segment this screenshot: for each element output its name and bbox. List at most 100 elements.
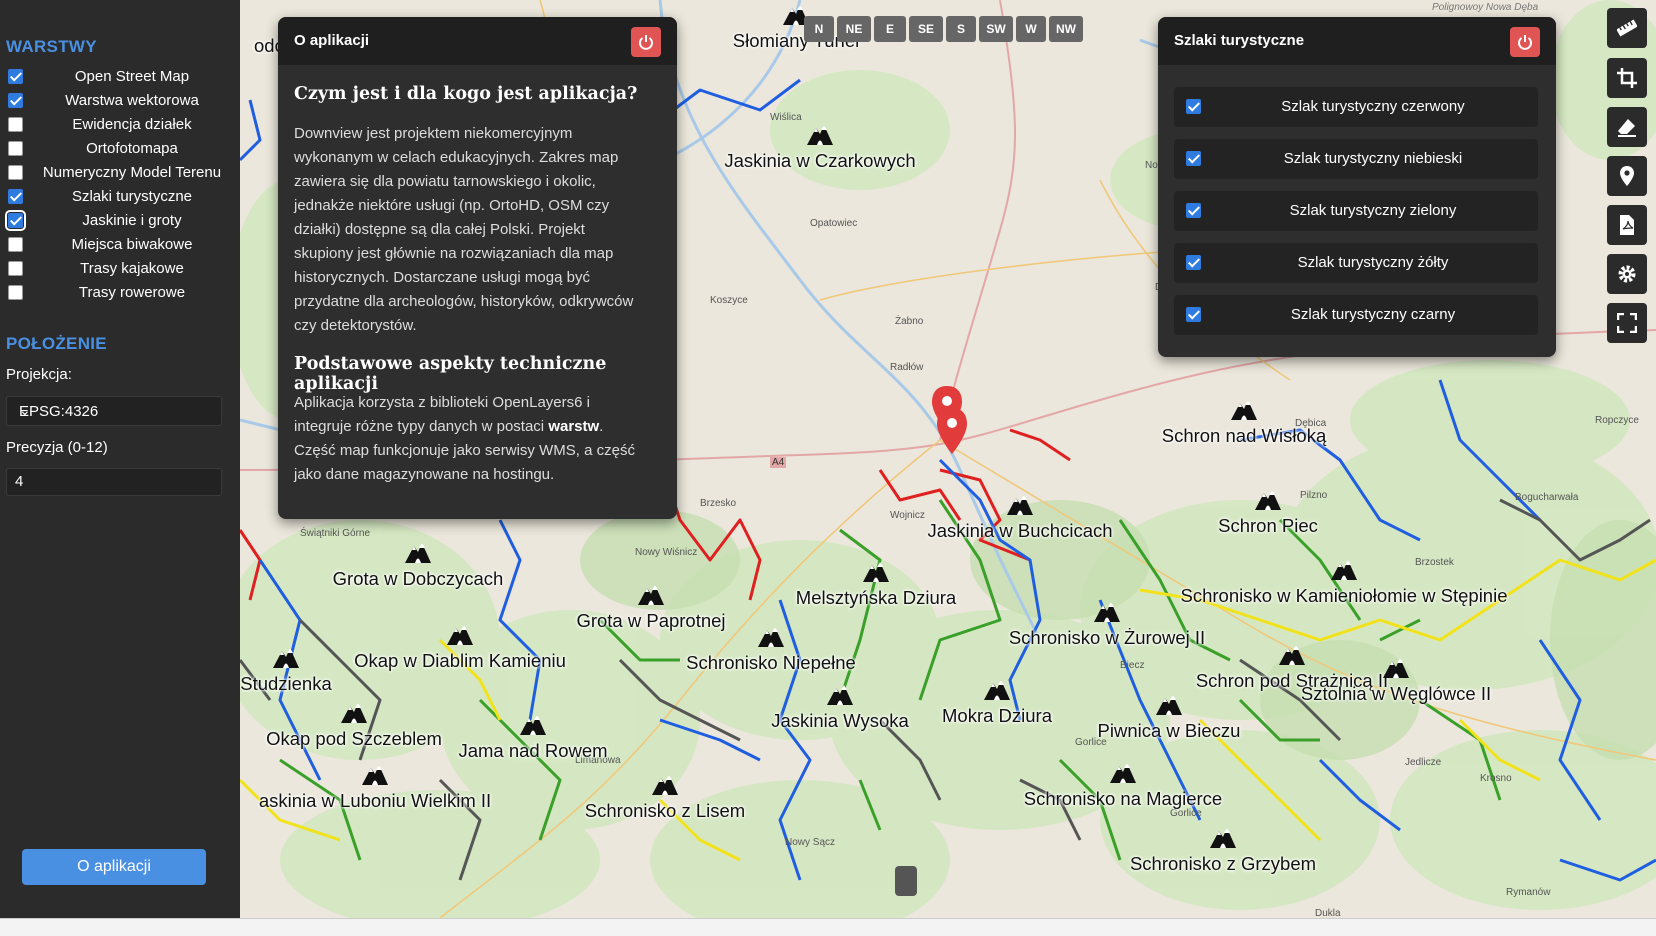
layer-checkbox[interactable] [8,93,23,108]
trail-row[interactable]: Szlak turystyczny zielony [1174,191,1538,231]
layer-row[interactable]: Miejsca biwakowe [0,234,240,256]
cave-icon[interactable] [361,762,389,786]
town-label: Brzesko [700,498,737,509]
about-text-line: Downview jest projektem niekomercyjnym [294,125,573,142]
compass-sw-button[interactable]: SW [979,16,1013,42]
cave-label: Okap pod Szczeblem [266,728,442,749]
about-panel-header: O aplikacji [278,17,677,65]
cave-icon[interactable] [1382,655,1410,679]
compass-w-button[interactable]: W [1016,16,1046,42]
cave-label: Sztolnia w Węglówce II [1300,683,1492,704]
cave-icon[interactable] [862,559,890,583]
trails-panel-title: Szlaki turystyczne [1174,32,1305,49]
cave-icon[interactable] [1209,825,1237,849]
cave-icon[interactable] [404,540,432,564]
town-label: Wiślica [770,112,802,123]
town-label: Wojnicz [890,510,925,521]
trail-row[interactable]: Szlak turystyczny niebieski [1174,139,1538,179]
layer-checkbox[interactable] [8,189,23,204]
trail-label: Szlak turystyczny żółty [1297,254,1449,271]
crop-button[interactable] [1607,58,1647,98]
layer-row[interactable]: Trasy rowerowe [0,282,240,304]
cave-icon[interactable] [1254,487,1282,511]
cave-icon[interactable] [519,712,547,736]
trail-row[interactable]: Szlak turystyczny czarny [1174,295,1538,335]
trail-checkbox[interactable] [1186,307,1201,322]
trail-checkbox[interactable] [1186,255,1201,270]
about-text-line: jednakże niektóre usługi (np. OrtoHD, OS… [294,197,610,214]
layer-row[interactable]: Warstwa wektorowa [0,90,240,112]
trail-checkbox[interactable] [1186,151,1201,166]
layer-checkbox[interactable] [8,237,23,252]
fullscreen-button[interactable] [1607,303,1647,343]
town-label: Pilzno [1300,490,1328,501]
cave-icon[interactable] [272,645,300,669]
about-button[interactable]: O aplikacji [22,849,206,885]
trail-label: Szlak turystyczny niebieski [1283,150,1463,167]
cave-icon[interactable] [983,677,1011,701]
cave-icon[interactable] [1330,557,1358,581]
cave-label: Schron Piec [1218,515,1318,536]
ruler-icon [1617,19,1637,37]
eraser-button[interactable] [1607,107,1647,147]
about-heading-1: Czym jest i dla kogo jest aplikacja? [294,84,638,104]
projection-select[interactable]: EPSG:4326 ⌄ [6,396,222,426]
layer-row[interactable]: Numeryczny Model Terenu [0,162,240,184]
cave-icon[interactable] [1093,599,1121,623]
cave-icon[interactable] [826,682,854,706]
compass-s-button[interactable]: S [946,16,976,42]
cave-icon[interactable] [757,624,785,648]
settings-button[interactable] [1607,254,1647,294]
marker-button[interactable] [1607,156,1647,196]
cave-label: Okap w Diablim Kamieniu [354,650,566,671]
layer-row[interactable]: Ortofotomapa [0,138,240,160]
trail-row[interactable]: Szlak turystyczny czerwony [1174,87,1538,127]
about-text-line: jako dane magazynowane na hostingu. [294,466,555,483]
cave-icon[interactable] [1230,397,1258,421]
cave-icon[interactable] [446,622,474,646]
layer-row[interactable]: Open Street Map [0,66,240,88]
cave-label: Schronisko Niepełne [686,652,856,673]
compass-se-button[interactable]: SE [909,16,943,42]
map-marker-icon [1620,166,1634,186]
cave-label: Melsztyńska Dziura [795,587,957,608]
town-label: Bogucharwała [1515,492,1579,503]
measure-button[interactable] [1607,8,1647,48]
layer-row[interactable]: Jaskinie i groty [0,210,240,232]
about-heading-2: Podstawowe aspekty techniczne aplikacji [294,354,607,394]
cave-icon[interactable] [1155,692,1183,716]
about-text-line: działki) dostępne są dla całej Polski. P… [294,221,585,238]
compass-n-button[interactable]: N [804,16,834,42]
cave-icon[interactable] [637,582,665,606]
cave-label: Studzienka [240,673,332,694]
trail-checkbox[interactable] [1186,203,1201,218]
layer-checkbox[interactable] [8,141,23,156]
layer-label: Warstwa wektorowa [65,92,199,109]
cave-icon[interactable] [1006,492,1034,516]
about-close-button[interactable] [631,27,661,57]
trail-row[interactable]: Szlak turystyczny żółty [1174,243,1538,283]
layer-checkbox[interactable] [8,165,23,180]
about-paragraph-2: Aplikacja korzysta z biblioteki OpenLaye… [294,391,659,487]
cave-icon[interactable] [651,772,679,796]
cave-icon[interactable] [1109,760,1137,784]
trail-checkbox[interactable] [1186,99,1201,114]
compass-ne-button[interactable]: NE [837,16,871,42]
cave-icon[interactable] [806,122,834,146]
layer-checkbox[interactable] [8,117,23,132]
compass-nw-button[interactable]: NW [1049,16,1083,42]
layer-row[interactable]: Ewidencja działek [0,114,240,136]
compass-e-button[interactable]: E [874,16,906,42]
pdf-export-button[interactable] [1607,205,1647,245]
precision-input[interactable]: 4 [6,468,222,496]
layer-row[interactable]: Szlaki turystyczne [0,186,240,208]
trails-panel-header: Szlaki turystyczne [1158,17,1556,65]
trails-close-button[interactable] [1510,27,1540,57]
layer-checkbox[interactable] [8,69,23,84]
layer-checkbox[interactable] [8,261,23,276]
layer-checkbox[interactable] [8,285,23,300]
cave-icon[interactable] [340,700,368,724]
cave-icon[interactable] [1278,642,1306,666]
layer-row[interactable]: Trasy kajakowe [0,258,240,280]
layer-checkbox[interactable] [5,210,26,231]
